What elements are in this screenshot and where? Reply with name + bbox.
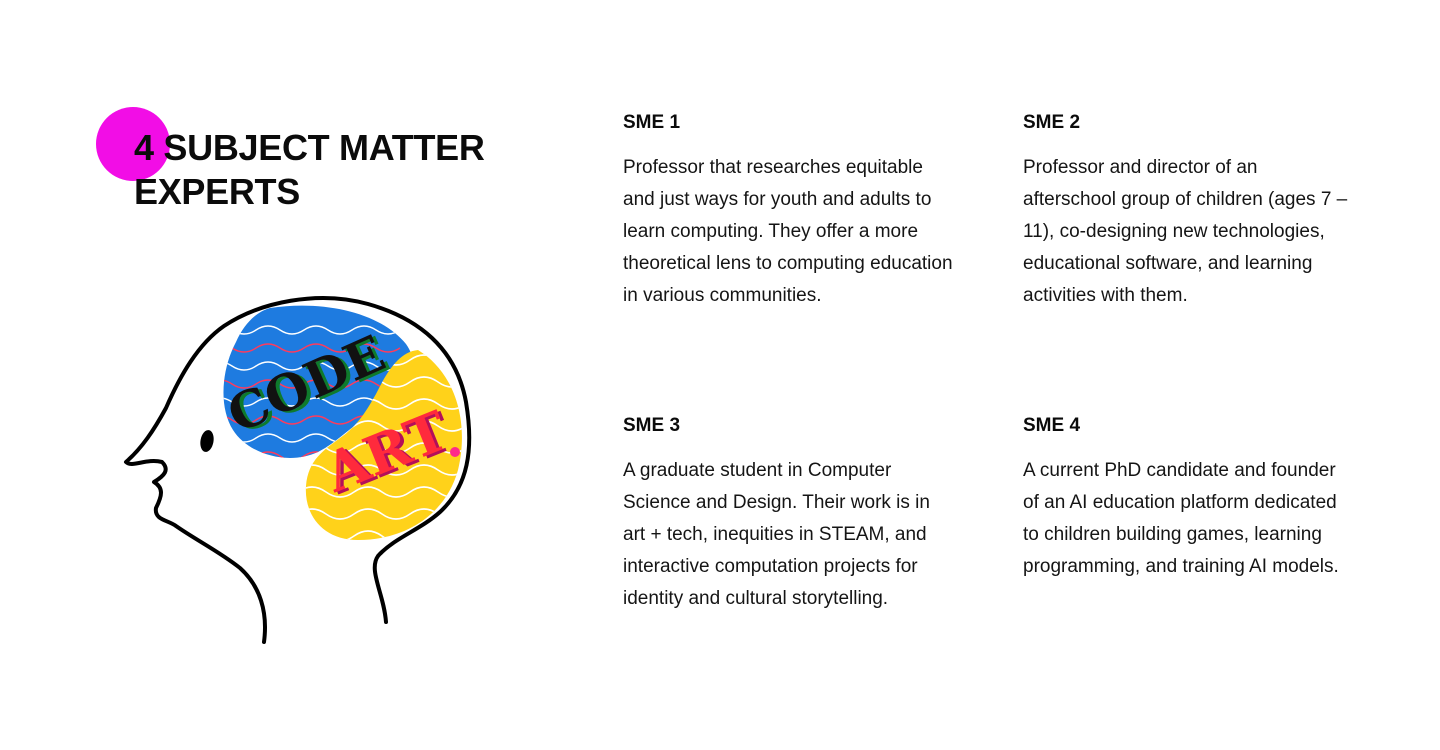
page-title: 4 SUBJECT MATTER EXPERTS (134, 126, 485, 214)
eye-icon (200, 430, 214, 452)
accent-dot (450, 447, 460, 457)
sme-description: Professor that researches equitable and … (623, 157, 953, 306)
sme-description: A current PhD candidate and founder of a… (1023, 460, 1339, 577)
sme-label: SME 1 (623, 112, 681, 133)
sme-label: SME 4 (1023, 415, 1081, 436)
page-title-line-1: 4 SUBJECT MATTER (134, 127, 485, 168)
page-title-line-2: EXPERTS (134, 171, 300, 212)
sme-description: A graduate student in Computer Science a… (623, 460, 930, 609)
sme-description: Professor and director of an afterschool… (1023, 157, 1348, 306)
sme-label: SME 3 (623, 415, 681, 436)
sme-card-2: SME 2 Professor and director of an after… (1023, 111, 1353, 312)
page-title-block: 4 SUBJECT MATTER EXPERTS (96, 107, 536, 217)
sme-label: SME 2 (1023, 112, 1081, 133)
head-brain-icon: CODE CODE ART ART (118, 290, 478, 650)
sme-card-1: SME 1 Professor that researches equitabl… (623, 111, 953, 312)
sme-card-4: SME 4 A current PhD candidate and founde… (1023, 414, 1353, 583)
sme-card-3: SME 3 A graduate student in Computer Sci… (623, 414, 953, 615)
